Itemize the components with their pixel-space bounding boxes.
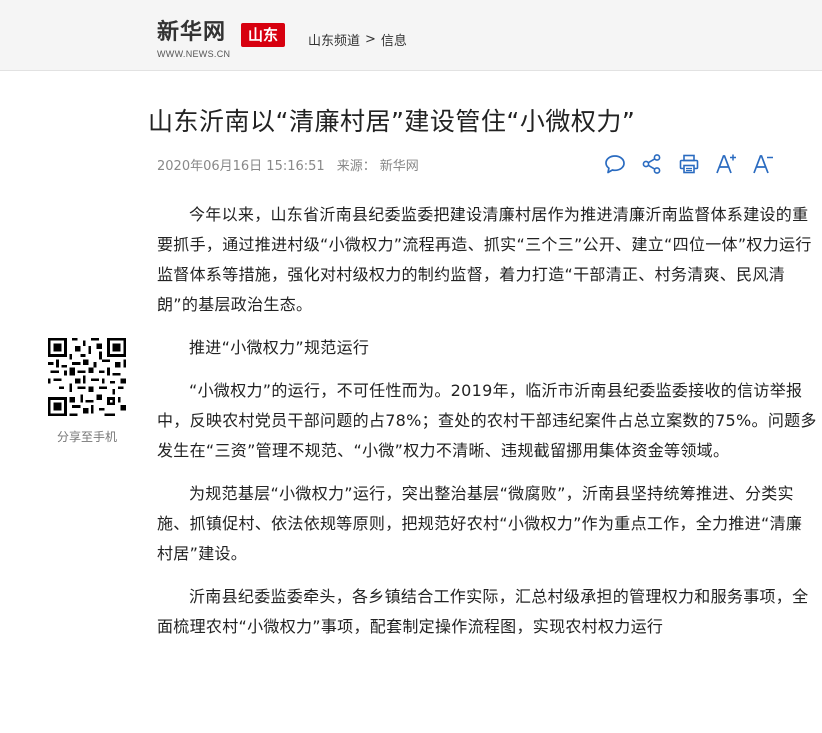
site-header: 新华网 山东 WWW.NEWS.CN 山东频道 > 信息 — [0, 0, 822, 71]
source-label: 来源： — [336, 159, 376, 174]
breadcrumb-section-link[interactable]: 信息 — [381, 30, 407, 49]
site-logo[interactable]: 新华网 山东 WWW.NEWS.CN — [157, 20, 287, 64]
breadcrumb-channel-link[interactable]: 山东频道 — [308, 30, 360, 49]
article-subheading: 推进“小微权力”规范运行 — [189, 338, 370, 357]
comment-icon[interactable] — [596, 150, 633, 178]
article-source: 来源： 新华网 — [337, 155, 419, 174]
share-icon[interactable] — [633, 150, 670, 178]
source-name: 新华网 — [379, 159, 419, 174]
mobile-share-box: 分享至手机 — [46, 338, 128, 445]
breadcrumb-separator: > — [365, 32, 376, 47]
logo-url-text: WWW.NEWS.CN — [157, 49, 231, 59]
logo-main-text: 新华网 — [157, 20, 227, 45]
font-increase-icon[interactable] — [707, 150, 744, 178]
article-paragraph: “小微权力”的运行，不可任性而为。2019年，临沂市沂南县纪委监委接收的信访举报… — [157, 381, 817, 460]
logo-region-badge: 山东 — [241, 23, 285, 47]
font-decrease-icon[interactable] — [744, 150, 781, 178]
article-datetime: 2020年06月16日 15:16:51 — [157, 159, 325, 174]
article-body: 今年以来，山东省沂南县纪委监委把建设清廉村居作为推进清廉沂南监督体系建设的重要抓… — [157, 200, 817, 655]
qr-code — [48, 338, 126, 416]
article-paragraph: 今年以来，山东省沂南县纪委监委把建设清廉村居作为推进清廉沂南监督体系建设的重要抓… — [157, 205, 812, 314]
article-paragraph: 沂南县纪委监委牵头，各乡镇结合工作实际，汇总村级承担的管理权力和服务事项，全面梳… — [157, 587, 809, 636]
article-paragraph: 为规范基层“小微权力”运行，突出整治基层“微腐败”，沂南县坚持统筹推进、分类实施… — [157, 484, 803, 563]
article-title: 山东沂南以“清廉村居”建设管住“小微权力” — [148, 107, 636, 136]
breadcrumb: 山东频道 > 信息 — [308, 30, 407, 49]
article-toolbar — [596, 150, 781, 178]
share-to-phone-label: 分享至手机 — [56, 430, 117, 444]
article-meta: 2020年06月16日 15:16:51 来源： 新华网 — [157, 155, 419, 174]
print-icon[interactable] — [670, 150, 707, 178]
